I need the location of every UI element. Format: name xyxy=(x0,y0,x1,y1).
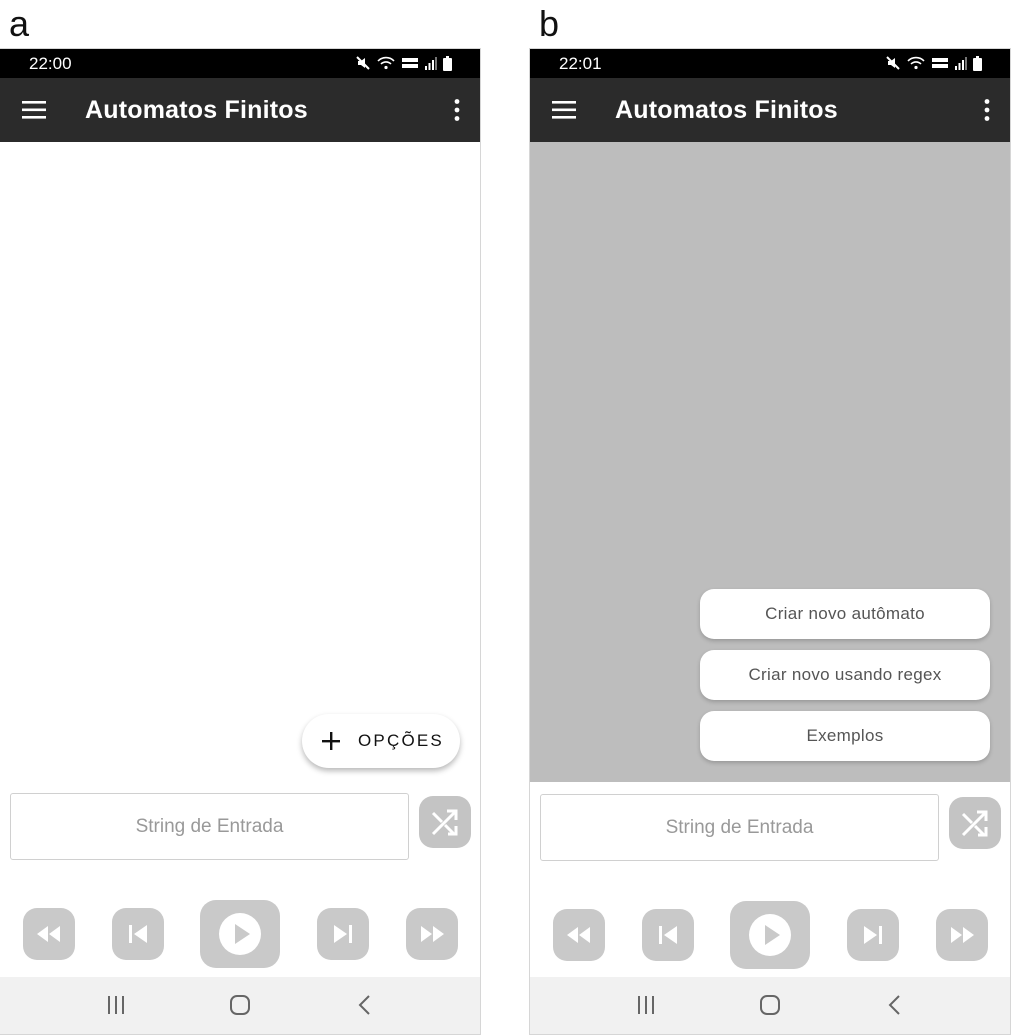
more-vert-icon[interactable] xyxy=(452,98,462,122)
system-nav-bar xyxy=(0,977,480,1034)
menu-option-examples[interactable]: Exemplos xyxy=(700,711,990,761)
panel-label-b: b xyxy=(539,3,560,44)
menu-icon[interactable] xyxy=(552,99,576,121)
recent-apps-icon[interactable] xyxy=(106,994,126,1016)
shuffle-button[interactable] xyxy=(949,797,1001,849)
home-icon[interactable] xyxy=(759,994,781,1016)
wifi-icon xyxy=(907,56,925,70)
rewind-icon xyxy=(567,927,590,943)
skip-previous-icon xyxy=(659,926,677,944)
app-title: Automatos Finitos xyxy=(615,96,838,124)
options-fab[interactable]: OPÇÕES xyxy=(302,714,460,768)
skip-previous-icon xyxy=(129,925,147,943)
phone-screen-b: 22:01 Automatos Finitos Criar novo autôm… xyxy=(530,49,1010,1034)
status-icons xyxy=(885,55,982,71)
automaton-canvas[interactable] xyxy=(0,142,480,782)
step-forward-button[interactable] xyxy=(317,908,369,960)
status-time: 22:01 xyxy=(559,54,602,73)
status-icons xyxy=(355,55,452,71)
signal-icon xyxy=(425,57,437,70)
phone-screen-a: 22:00 Automatos Finitos OPÇÕES xyxy=(0,49,480,1034)
fast-forward-icon xyxy=(421,926,444,942)
menu-option-create-regex[interactable]: Criar novo usando regex xyxy=(700,650,990,700)
battery-icon xyxy=(973,55,982,71)
play-button[interactable] xyxy=(730,901,810,969)
app-title: Automatos Finitos xyxy=(85,96,308,124)
panel-label-a: a xyxy=(9,3,30,44)
rewind-button[interactable] xyxy=(23,908,75,960)
volte-icon xyxy=(402,58,418,68)
battery-icon xyxy=(443,55,452,71)
status-bar: 22:01 xyxy=(530,49,1010,78)
status-time: 22:00 xyxy=(29,54,72,73)
step-back-button[interactable] xyxy=(112,908,164,960)
shuffle-icon xyxy=(431,809,458,836)
fast-forward-button[interactable] xyxy=(936,909,988,961)
skip-next-icon xyxy=(334,925,352,943)
mute-icon xyxy=(356,56,370,70)
input-string-field-container xyxy=(540,794,939,861)
signal-icon xyxy=(955,57,967,70)
options-fab-label: OPÇÕES xyxy=(358,731,444,750)
menu-icon[interactable] xyxy=(22,99,46,121)
input-string-field-container xyxy=(10,793,409,860)
input-string-field[interactable] xyxy=(541,815,938,840)
play-button[interactable] xyxy=(200,900,280,968)
fast-forward-button[interactable] xyxy=(406,908,458,960)
more-vert-icon[interactable] xyxy=(982,98,992,122)
rewind-icon xyxy=(37,926,60,942)
fast-forward-icon xyxy=(951,927,974,943)
input-string-field[interactable] xyxy=(11,814,408,839)
step-back-button[interactable] xyxy=(642,909,694,961)
rewind-button[interactable] xyxy=(553,909,605,961)
status-bar: 22:00 xyxy=(0,49,480,78)
wifi-icon xyxy=(377,56,395,70)
app-bar: Automatos Finitos xyxy=(530,78,1010,142)
menu-option-create-automaton[interactable]: Criar novo autômato xyxy=(700,589,990,639)
volte-icon xyxy=(932,58,948,68)
plus-icon xyxy=(322,732,340,750)
mute-icon xyxy=(886,56,900,70)
shuffle-button[interactable] xyxy=(419,796,471,848)
back-icon[interactable] xyxy=(886,994,902,1016)
system-nav-bar xyxy=(530,977,1010,1034)
play-icon xyxy=(219,913,261,955)
app-bar: Automatos Finitos xyxy=(0,78,480,142)
recent-apps-icon[interactable] xyxy=(636,994,656,1016)
home-icon[interactable] xyxy=(229,994,251,1016)
step-forward-button[interactable] xyxy=(847,909,899,961)
play-icon xyxy=(749,914,791,956)
shuffle-icon xyxy=(961,810,988,837)
skip-next-icon xyxy=(864,926,882,944)
back-icon[interactable] xyxy=(356,994,372,1016)
